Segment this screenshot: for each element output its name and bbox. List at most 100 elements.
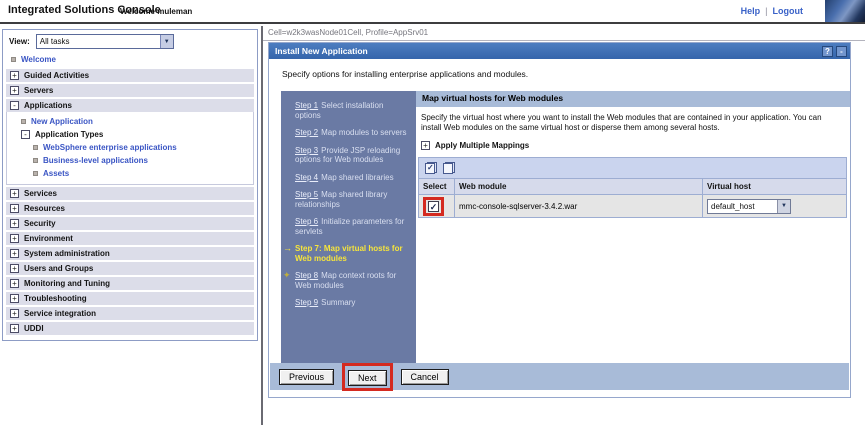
sidebar-section-monitoring-and-tuning[interactable]: + Monitoring and Tuning (6, 277, 254, 290)
header-select: Select (419, 179, 455, 194)
step-1-link[interactable]: Step 1 (295, 101, 318, 110)
header-virtual-host: Virtual host (707, 182, 751, 191)
table-header-row: Select Web module Virtual host (419, 179, 846, 195)
step-3-link[interactable]: Step 3 (295, 146, 318, 155)
sidebar-section-applications[interactable]: - Applications (6, 99, 254, 112)
sidebar-section-system-administration[interactable]: + System administration (6, 247, 254, 260)
step-6-link[interactable]: Step 6 (295, 217, 318, 226)
step-9-link[interactable]: Step 9 (295, 298, 318, 307)
previous-button[interactable]: Previous (279, 368, 335, 385)
wizard-button-bar: Previous Next Cancel (270, 362, 849, 391)
panel-titlebar: Install New Application ? - (269, 43, 850, 59)
sidebar-item-new-application[interactable]: New Application (7, 115, 253, 128)
logout-link[interactable]: Logout (773, 6, 804, 16)
table-row: ✓ mmc-console-sqlserver-3.4.2.war defaul… (419, 195, 846, 217)
wizard-step-8: ✦ Step 8 Map context roots for Web module… (283, 270, 397, 290)
wizard-step-4: Step 4 Map shared libraries (295, 172, 394, 182)
virtual-host-select[interactable]: default_host ▼ (707, 198, 791, 214)
sidebar-section-resources[interactable]: + Resources (6, 202, 254, 215)
expand-icon[interactable]: + (10, 249, 19, 258)
panel-minimize-icon[interactable]: - (836, 45, 847, 57)
select-cell: ✓ (419, 195, 455, 217)
sidebar-section-servers[interactable]: + Servers (6, 84, 254, 97)
expand-icon[interactable]: + (10, 86, 19, 95)
sidebar-section-security[interactable]: + Security (6, 217, 254, 230)
current-step-arrow-icon: → (283, 243, 292, 253)
dropdown-arrow-icon[interactable]: ▼ (159, 35, 173, 48)
main-content-area: Cell=w2k3wasNode01Cell, Profile=AppSrv01… (263, 26, 865, 425)
table-toolbar: ✓ (419, 158, 846, 179)
expand-icon[interactable]: + (10, 71, 19, 80)
section-description: Specify the virtual host where you want … (421, 113, 822, 132)
wizard-steps-panel: Step 1 Select installation options Step 2… (281, 91, 416, 365)
sidebar-section-guided-activities[interactable]: + Guided Activities (6, 69, 254, 82)
expand-icon[interactable]: + (10, 279, 19, 288)
step-4-link[interactable]: Step 4 (295, 173, 318, 182)
bullet-icon (33, 145, 38, 150)
view-select[interactable]: All tasks ▼ (35, 34, 174, 49)
virtual-host-value: default_host (711, 201, 755, 211)
navigation-sidebar: View: All tasks ▼ Welcome + Guided Activ… (2, 29, 258, 341)
expand-icon[interactable]: + (10, 189, 19, 198)
virtual-host-cell: default_host ▼ (703, 195, 846, 217)
wizard-step-1: Step 1 Select installation options (295, 101, 384, 120)
dropdown-arrow-icon[interactable]: ▼ (777, 199, 790, 213)
top-header: Integrated Solutions Console Welcome mul… (0, 0, 865, 24)
step-5-link[interactable]: Step 5 (295, 190, 318, 199)
sidebar-section-environment[interactable]: + Environment (6, 232, 254, 245)
panel-help-icon[interactable]: ? (822, 45, 833, 57)
sidebar-section-users-and-groups[interactable]: + Users and Groups (6, 262, 254, 275)
cell-context-breadcrumb: Cell=w2k3wasNode01Cell, Profile=AppSrv01 (263, 26, 865, 41)
wizard-step-7-current: → Step 7: Map virtual hosts for Web modu… (283, 243, 403, 263)
expand-icon[interactable]: + (10, 219, 19, 228)
sidebar-section-service-integration[interactable]: + Service integration (6, 307, 254, 320)
sidebar-item-business-level-applications[interactable]: Business-level applications (7, 154, 253, 167)
expand-icon[interactable]: + (421, 141, 430, 150)
cancel-button[interactable]: Cancel (400, 368, 449, 385)
expand-icon[interactable]: + (10, 264, 19, 273)
sidebar-item-websphere-enterprise-applications[interactable]: WebSphere enterprise applications (7, 141, 253, 154)
step-8-link[interactable]: Step 8 (295, 271, 318, 280)
sidebar-section-troubleshooting[interactable]: + Troubleshooting (6, 292, 254, 305)
bullet-icon (33, 158, 38, 163)
link-separator: | (765, 6, 768, 16)
web-modules-table: ✓ Select Web module Virtual host ✓ mmc-c… (418, 157, 847, 218)
header-web-module: Web module (455, 179, 703, 194)
wizard-step-6: Step 6 Initialize parameters for servlets (295, 217, 405, 236)
welcome-link: Welcome (21, 55, 56, 64)
next-button[interactable]: Next (348, 369, 387, 386)
panel-intro-text: Specify options for installing enterpris… (282, 69, 529, 79)
install-new-application-panel: Install New Application ? - Specify opti… (268, 42, 851, 398)
expand-icon[interactable]: + (10, 309, 19, 318)
expand-icon[interactable]: + (10, 294, 19, 303)
row-select-checkbox[interactable]: ✓ (428, 200, 439, 212)
collapse-icon[interactable]: - (21, 130, 30, 139)
wizard-step-3: Step 3 Provide JSP reloading options for … (295, 145, 401, 165)
sidebar-item-welcome[interactable]: Welcome (3, 52, 257, 67)
bullet-icon (21, 119, 26, 124)
wizard-content: Map virtual hosts for Web modules Specif… (416, 91, 850, 365)
sidebar-item-assets[interactable]: Assets (7, 167, 253, 180)
corner-logo-image (825, 0, 865, 22)
annotation-checkbox-highlight: ✓ (423, 196, 444, 216)
sidebar-section-services[interactable]: + Services (6, 187, 254, 200)
collapse-icon[interactable]: - (10, 101, 19, 110)
sidebar-section-uddi[interactable]: + UDDI (6, 322, 254, 335)
next-step-diamond-icon: ✦ (283, 270, 291, 280)
applications-expanded-group: New Application - Application Types WebS… (6, 112, 254, 185)
deselect-all-icon[interactable] (442, 161, 455, 175)
select-all-icon[interactable]: ✓ (424, 161, 437, 175)
expand-icon[interactable]: + (10, 324, 19, 333)
view-row: View: All tasks ▼ (3, 30, 257, 52)
sidebar-item-application-types[interactable]: - Application Types (7, 128, 253, 141)
apply-multiple-mappings-toggle[interactable]: + Apply Multiple Mappings (421, 141, 850, 150)
expand-icon[interactable]: + (10, 234, 19, 243)
header-links: Help | Logout (741, 6, 803, 16)
bullet-icon (11, 57, 16, 62)
wizard-step-5: Step 5 Map shared library relationships (295, 190, 388, 209)
step-2-link[interactable]: Step 2 (295, 128, 318, 137)
help-link[interactable]: Help (741, 6, 761, 16)
panel-title: Install New Application (275, 46, 368, 56)
wizard-area: Step 1 Select installation options Step 2… (281, 91, 850, 365)
expand-icon[interactable]: + (10, 204, 19, 213)
